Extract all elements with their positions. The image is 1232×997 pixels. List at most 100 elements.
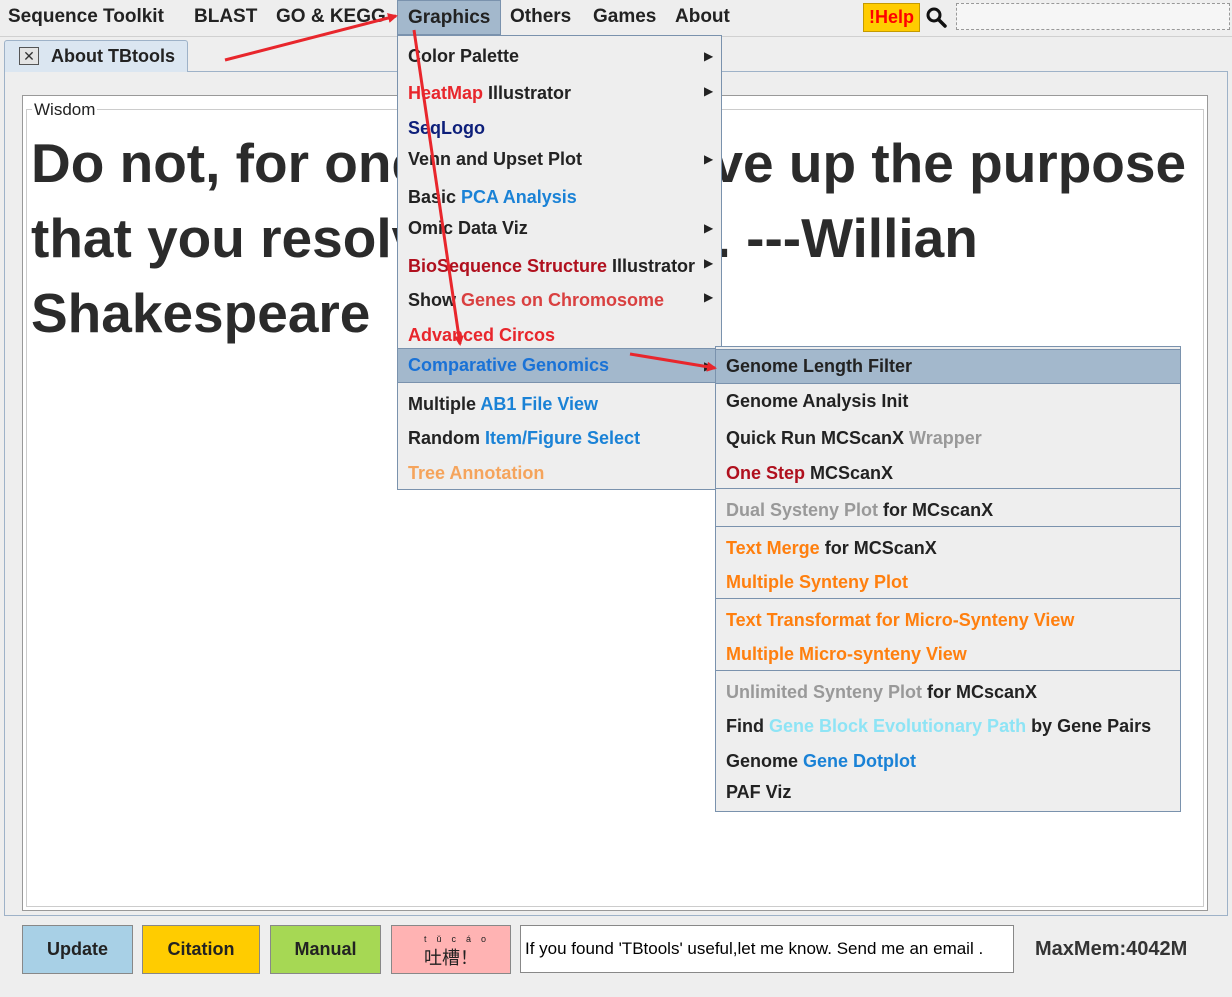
submenu-item-label: PAF Viz [726, 782, 792, 802]
menu-item-label: Omic Data Viz [408, 218, 528, 238]
submenu-item-unlimited-synteny-plot[interactable]: Unlimited Synteny Plot for MCscanX [716, 682, 1180, 703]
comparative-genomics-submenu: Genome Length Filter Genome Analysis Ini… [715, 346, 1181, 812]
submenu-arrow-icon: ▶ [704, 84, 714, 98]
menu-separator [716, 526, 1180, 527]
submenu-item-label: Genome Analysis Init [726, 391, 909, 411]
submenu-item-label-part: for MCscanX [922, 682, 1038, 702]
menu-item-label: Venn and Upset Plot [408, 149, 583, 169]
menu-item-biosequence-structure[interactable]: BioSequence Structure Illustrator [398, 256, 721, 277]
submenu-item-label-part: MCScanX [805, 463, 894, 483]
pinyin-1: tǔ [423, 934, 452, 944]
submenu-arrow-icon: ▶ [704, 152, 714, 166]
submenu-item-text-merge[interactable]: Text Merge for MCScanX [716, 538, 1180, 559]
search-input[interactable] [956, 3, 1230, 30]
submenu-item-label-part: One Step [726, 463, 806, 483]
submenu-item-paf-viz[interactable]: PAF Viz [716, 782, 1180, 803]
menu-item-omic-data-viz[interactable]: Omic Data Viz [398, 218, 721, 239]
menu-item-label-part: Illustrator [483, 83, 572, 103]
submenu-item-text-transformat[interactable]: Text Transformat for Micro-Synteny View [716, 610, 1180, 631]
submenu-item-label-part: Text Merge [726, 538, 820, 558]
menu-item-heatmap-illustrator[interactable]: HeatMap Illustrator [398, 83, 721, 104]
submenu-item-label: Genome Length Filter [726, 356, 913, 376]
menu-item-label: SeqLogo [408, 118, 485, 138]
citation-button[interactable]: Citation [142, 925, 260, 974]
submenu-item-label: Multiple Synteny Plot [726, 572, 909, 592]
submenu-item-label-part: for MCScanX [819, 538, 937, 558]
submenu-arrow-icon: ▶ [704, 359, 714, 373]
pinyin-2: cáo [451, 934, 497, 944]
search-icon[interactable] [925, 6, 947, 28]
menu-item-label-part: Multiple [408, 394, 481, 414]
manual-button[interactable]: Manual [270, 925, 381, 974]
menu-item-label-part: Random [408, 428, 486, 448]
submenu-item-label-part: Gene Dotplot [803, 751, 917, 771]
menu-item-label-part: HeatMap [408, 83, 484, 103]
submenu-item-dual-systeny-plot[interactable]: Dual Systeny Plot for MCscanX [716, 500, 1180, 521]
menu-item-color-palette[interactable]: Color Palette [398, 46, 721, 67]
menu-others[interactable]: Others [510, 0, 571, 34]
menu-about[interactable]: About [675, 0, 730, 34]
menu-games[interactable]: Games [593, 0, 656, 34]
menu-item-label-part: PCA Analysis [461, 187, 577, 207]
menu-graphics[interactable]: Graphics [397, 0, 502, 35]
submenu-item-label-part: by Gene Pairs [1026, 716, 1152, 736]
menu-item-label-part: Illustrator [607, 256, 696, 276]
submenu-arrow-icon: ▶ [704, 256, 714, 270]
submenu-item-label-part: for MCscanX [878, 500, 994, 520]
menu-item-label-part: Basic [408, 187, 462, 207]
tucao-label: 吐槽！ [424, 948, 478, 968]
menu-item-label: Tree Annotation [408, 463, 545, 483]
submenu-item-find-gene-block[interactable]: Find Gene Block Evolutionary Path by Gen… [716, 716, 1180, 737]
submenu-item-multiple-micro-synteny[interactable]: Multiple Micro-synteny View [716, 644, 1180, 665]
menu-blast[interactable]: BLAST [194, 0, 257, 34]
menu-sequence-toolkit[interactable]: Sequence Toolkit [8, 0, 164, 34]
max-memory-label: MaxMem:4042M [1035, 938, 1188, 960]
menu-separator [716, 488, 1180, 489]
submenu-item-label-part: Unlimited Synteny Plot [726, 682, 923, 702]
tucao-pinyin: tǔcáo [392, 934, 510, 944]
menu-item-advanced-circos[interactable]: Advanced Circos [398, 325, 721, 346]
menu-item-label: Comparative Genomics [408, 355, 610, 375]
submenu-item-one-step-mcscanx[interactable]: One Step MCScanX [716, 463, 1180, 484]
menu-item-pca-analysis[interactable]: Basic PCA Analysis [398, 187, 721, 208]
menu-item-label-part: Show [408, 290, 461, 310]
submenu-arrow-icon: ▶ [704, 49, 714, 63]
menu-go-kegg[interactable]: GO & KEGG [276, 0, 386, 34]
menu-item-comparative-genomics[interactable]: Comparative Genomics [398, 348, 721, 383]
submenu-item-quick-run-mcscanx[interactable]: Quick Run MCScanX Wrapper [716, 428, 1180, 449]
menu-item-tree-annotation[interactable]: Tree Annotation [398, 463, 721, 484]
submenu-item-label-part: Wrapper [909, 428, 982, 448]
submenu-item-label-part: Find [726, 716, 769, 736]
submenu-item-label: Multiple Micro-synteny View [726, 644, 967, 664]
submenu-arrow-icon: ▶ [704, 221, 714, 235]
submenu-item-label-part: Genome [726, 751, 804, 771]
menu-item-show-genes-chromosome[interactable]: Show Genes on Chromosome [398, 290, 721, 311]
submenu-item-genome-analysis-init[interactable]: Genome Analysis Init [716, 391, 1180, 412]
menu-item-random-select[interactable]: Random Item/Figure Select [398, 428, 721, 449]
help-button[interactable]: !Help [863, 3, 920, 32]
menu-separator [716, 598, 1180, 599]
update-button[interactable]: Update [22, 925, 133, 974]
graphics-dropdown-menu: Color Palette ▶ HeatMap Illustrator ▶ Se… [397, 35, 722, 490]
menu-item-seqlogo[interactable]: SeqLogo [398, 118, 721, 139]
submenu-item-genome-length-filter[interactable]: Genome Length Filter [716, 349, 1180, 384]
menu-item-label: Color Palette [408, 46, 520, 66]
menu-item-ab1-file-view[interactable]: Multiple AB1 File View [398, 394, 721, 415]
menu-item-label: Advanced Circos [408, 325, 556, 345]
menu-separator [716, 670, 1180, 671]
submenu-item-multiple-synteny-plot[interactable]: Multiple Synteny Plot [716, 572, 1180, 593]
status-message-field[interactable]: If you found 'TBtools' useful,let me kno… [520, 925, 1014, 973]
menu-item-label-part: Item/Figure Select [485, 428, 641, 448]
submenu-item-gene-dotplot[interactable]: Genome Gene Dotplot [716, 751, 1180, 772]
tab-label: About TBtools [51, 46, 175, 66]
submenu-arrow-icon: ▶ [704, 290, 714, 304]
menu-item-venn-upset[interactable]: Venn and Upset Plot [398, 149, 721, 170]
tucao-button[interactable]: tǔcáo 吐槽！ [391, 925, 511, 974]
submenu-item-label: Text Transformat for Micro-Synteny View [726, 610, 1075, 630]
submenu-item-label-part: Dual Systeny Plot [726, 500, 879, 520]
tab-about-tbtools[interactable]: ✕ About TBtools [4, 40, 188, 72]
submenu-item-label-part: Gene Block Evolutionary Path [769, 716, 1027, 736]
menu-item-label-part: Genes on Chromosome [461, 290, 665, 310]
close-icon[interactable]: ✕ [19, 47, 39, 65]
menu-bar: Sequence Toolkit BLAST GO & KEGG Graphic… [0, 0, 1232, 37]
